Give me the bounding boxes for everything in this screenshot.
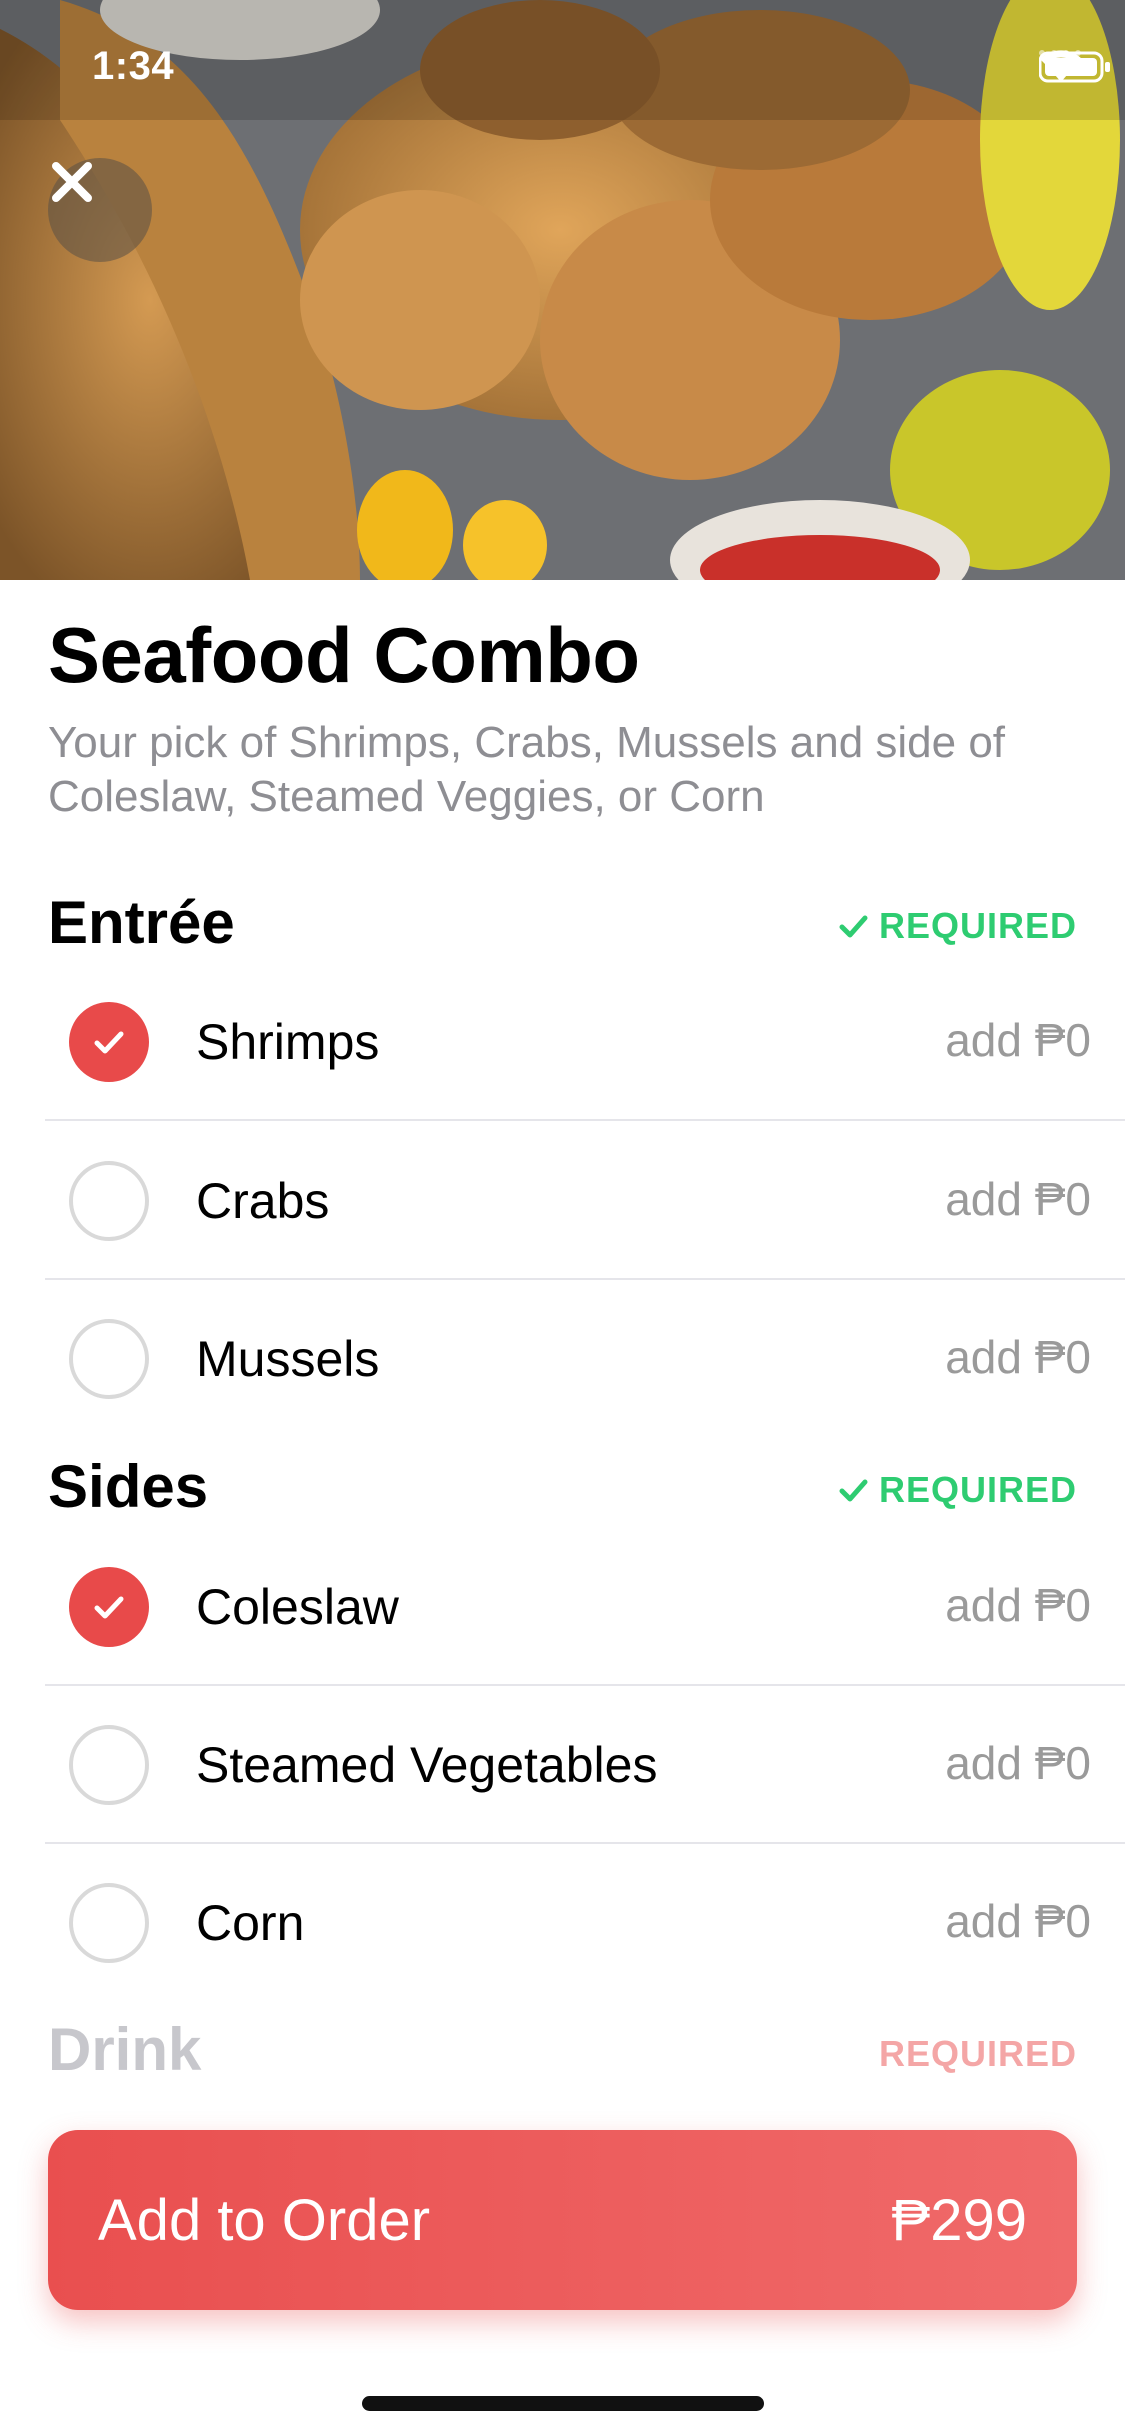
section-title-entree: Entrée (48, 889, 235, 956)
option-price: add ₱0 (945, 1579, 1091, 1631)
required-badge-sides: REQUIRED (837, 1469, 1077, 1511)
check-icon (839, 1479, 868, 1502)
radio-selected[interactable] (69, 1002, 149, 1082)
home-indicator[interactable] (362, 2396, 764, 2411)
hero-food-image: 1:34 (0, 0, 1125, 580)
radio-unselected[interactable] (69, 1319, 149, 1399)
add-to-order-button[interactable]: Add to Order ₱299 (48, 2130, 1077, 2310)
radio-unselected[interactable] (69, 1883, 149, 1963)
option-label: Mussels (196, 1331, 380, 1387)
option-price: add ₱0 (945, 1173, 1091, 1225)
check-icon (94, 1596, 124, 1619)
option-shrimps[interactable]: Shrimps add ₱0 (45, 963, 1125, 1121)
section-title-drink: Drink (48, 2016, 202, 2083)
radio-selected[interactable] (69, 1567, 149, 1647)
item-description: Your pick of Shrimps, Crabs, Mussels and… (48, 718, 1006, 821)
option-crabs[interactable]: Crabs add ₱0 (45, 1122, 1125, 1280)
required-badge-entree: REQUIRED (837, 905, 1077, 947)
status-bar: 1:34 (0, 0, 1125, 132)
section-title-sides: Sides (48, 1453, 209, 1520)
required-label: REQUIRED (878, 1469, 1077, 1510)
divider (45, 1119, 1125, 1121)
option-label: Shrimps (196, 1014, 380, 1070)
option-steamed-vegetables[interactable]: Steamed Vegetables add ₱0 (45, 1686, 1125, 1844)
radio-unselected[interactable] (69, 1725, 149, 1805)
option-corn[interactable]: Corn add ₱0 (45, 1844, 1125, 2002)
required-label: REQUIRED (878, 2033, 1077, 2074)
status-time: 1:34 (92, 44, 175, 88)
option-price: add ₱0 (945, 1331, 1091, 1383)
close-button[interactable] (48, 158, 152, 262)
option-price: add ₱0 (945, 1737, 1091, 1789)
option-price: add ₱0 (945, 1895, 1091, 1947)
status-icons (1039, 50, 1110, 83)
option-mussels[interactable]: Mussels add ₱0 (45, 1280, 1125, 1438)
order-total-price: ₱299 (891, 2187, 1027, 2253)
option-price: add ₱0 (945, 1014, 1091, 1066)
radio-unselected[interactable] (69, 1161, 149, 1241)
option-coleslaw[interactable]: Coleslaw add ₱0 (45, 1528, 1125, 1686)
close-icon (52, 162, 92, 202)
option-label: Coleslaw (196, 1579, 399, 1635)
add-to-order-label: Add to Order (98, 2187, 431, 2253)
option-label: Crabs (196, 1173, 330, 1229)
drink-section: Drink REQUIRED (0, 2015, 1125, 2125)
item-title: Seafood Combo (48, 611, 640, 699)
option-label: Corn (196, 1895, 305, 1951)
check-icon (94, 1031, 124, 1054)
option-label: Steamed Vegetables (196, 1737, 658, 1793)
required-label: REQUIRED (878, 905, 1077, 946)
check-icon (839, 915, 868, 938)
battery-icon (1039, 51, 1110, 83)
required-badge-drink: REQUIRED (879, 2033, 1077, 2075)
